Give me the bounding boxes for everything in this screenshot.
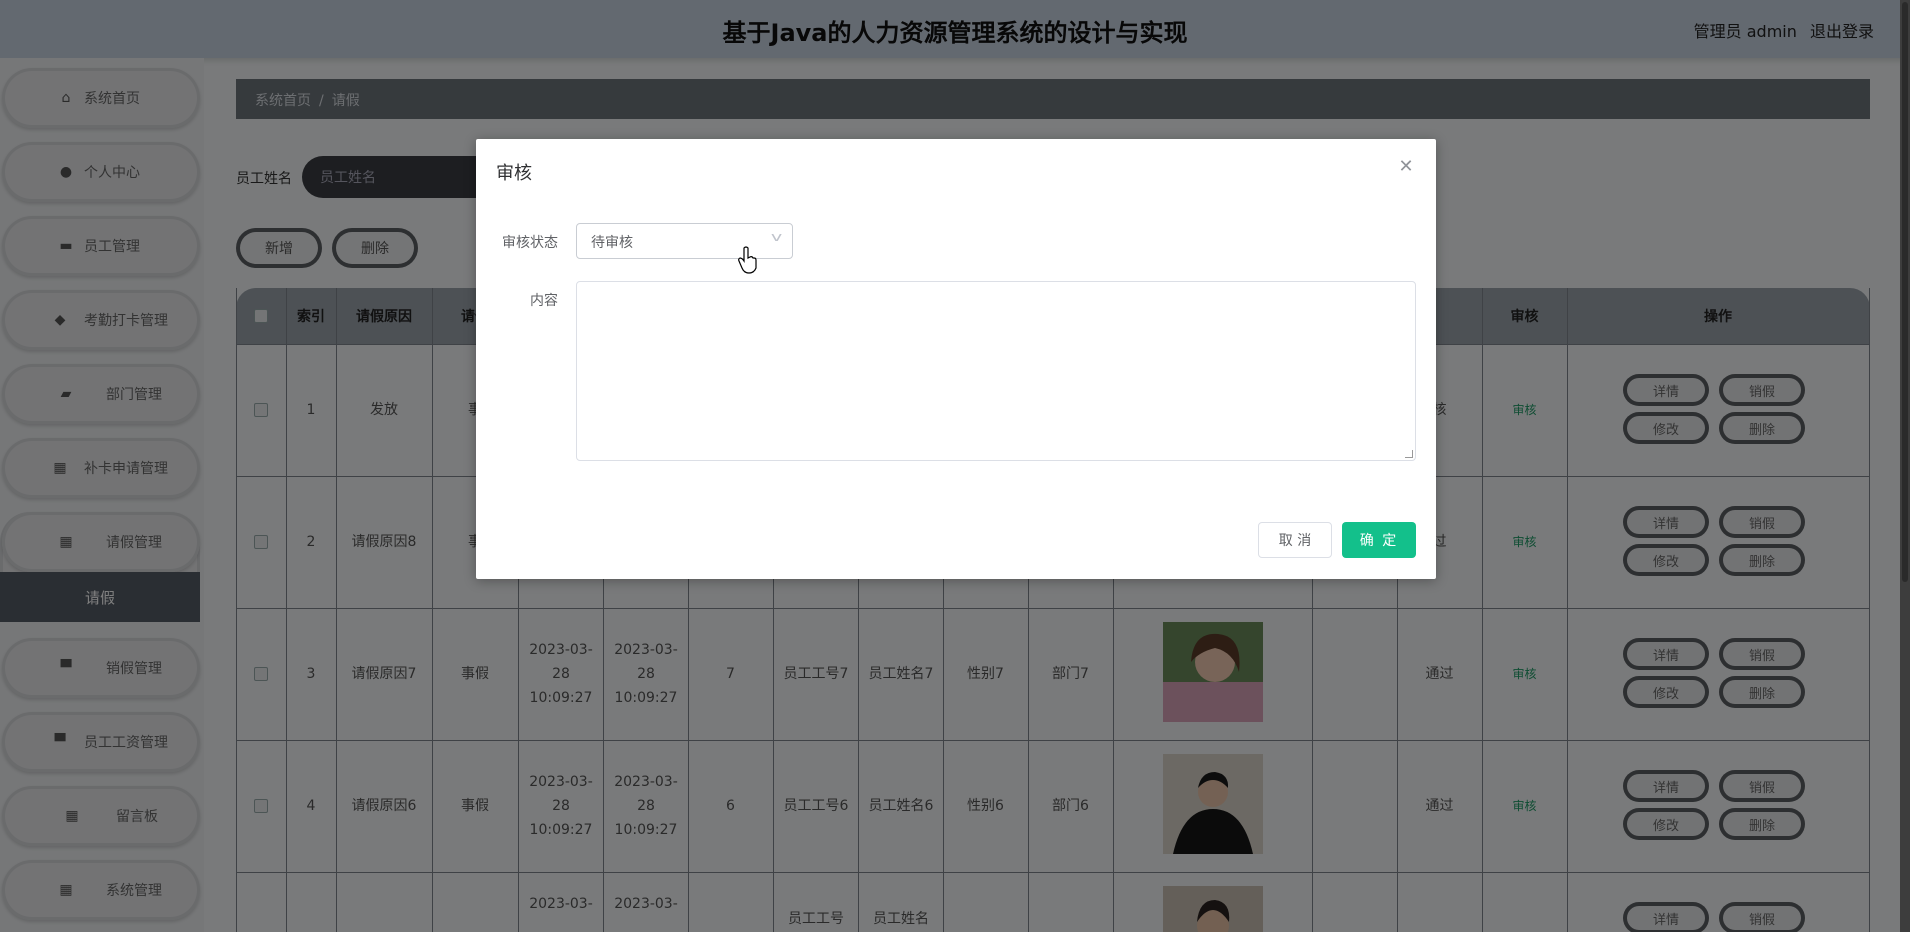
status-select-value: 待审核 <box>591 235 633 251</box>
resize-handle-icon[interactable] <box>1405 450 1413 458</box>
content-label: 内容 <box>530 293 558 309</box>
chevron-down-icon: v <box>770 230 783 244</box>
close-icon[interactable]: ✕ <box>1396 157 1416 177</box>
status-select[interactable]: 待审核 v <box>576 223 793 259</box>
status-label: 审核状态 <box>502 235 558 251</box>
content-textarea[interactable] <box>576 281 1416 461</box>
audit-dialog: 审核 ✕ 审核状态 待审核 v 内容 取 消 确 定 <box>476 139 1436 579</box>
dialog-title: 审核 <box>496 163 532 184</box>
confirm-button[interactable]: 确 定 <box>1342 522 1416 558</box>
cancel-button[interactable]: 取 消 <box>1258 522 1332 558</box>
hand-cursor-icon <box>738 246 757 274</box>
